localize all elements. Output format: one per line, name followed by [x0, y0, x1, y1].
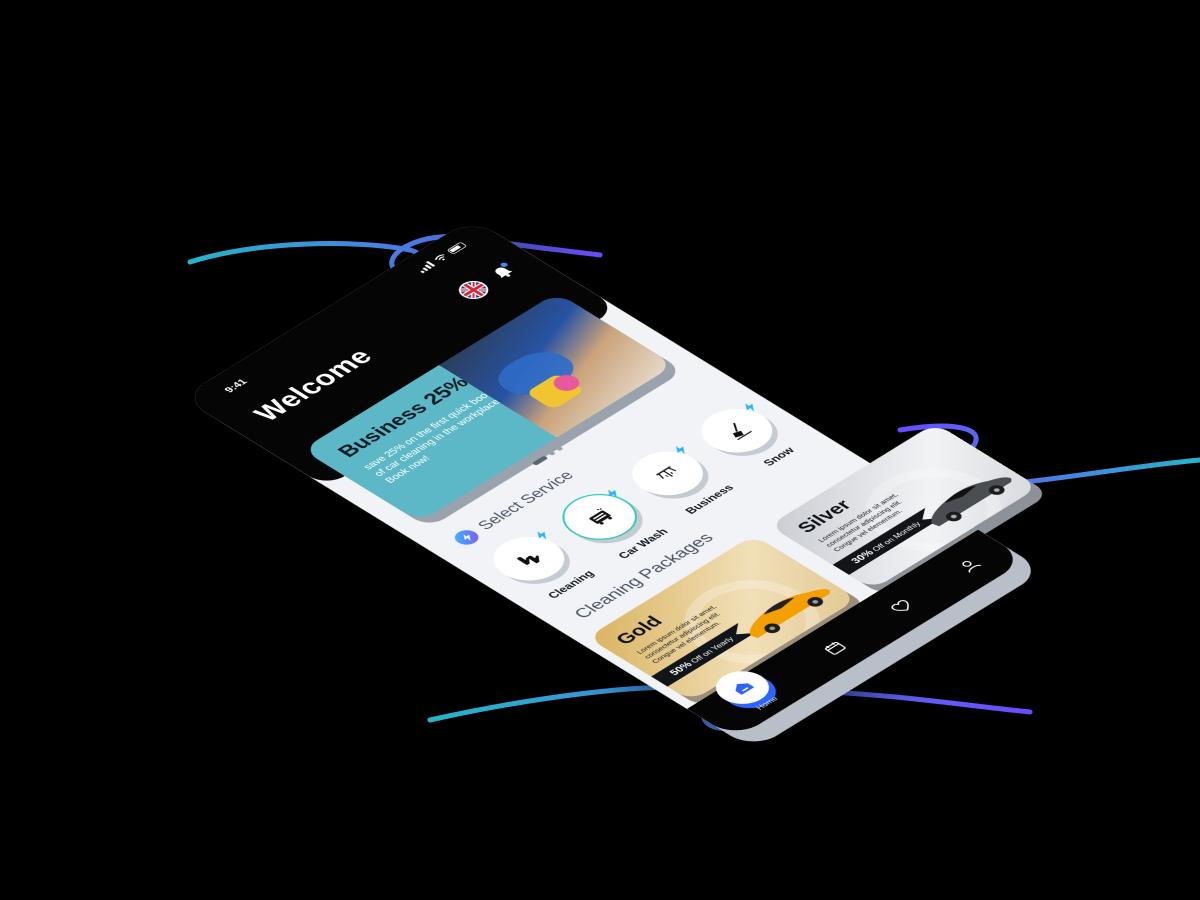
carousel-dot[interactable] [547, 450, 557, 456]
discount-value: 50% [666, 659, 695, 677]
snow-shovel-icon [732, 422, 753, 441]
carousel-dot[interactable] [555, 446, 564, 452]
nav-calendar[interactable] [819, 639, 849, 658]
heart-icon [891, 600, 909, 612]
battery-icon [446, 241, 467, 255]
business-icon [655, 466, 677, 479]
home-icon [734, 683, 754, 695]
lightning-icon [537, 531, 547, 540]
lightning-icon [676, 446, 685, 455]
signal-icon [415, 260, 436, 274]
car-wash-icon [589, 508, 613, 525]
uk-flag-icon[interactable] [452, 277, 495, 303]
discount-value: 30% [847, 547, 877, 566]
header-actions [452, 261, 521, 303]
bell-icon[interactable] [487, 261, 517, 282]
status-time: 9:41 [221, 376, 250, 395]
wifi-icon [434, 254, 445, 261]
profile-icon [961, 561, 981, 573]
calendar-icon [824, 642, 846, 655]
nav-profile[interactable] [953, 556, 983, 575]
gloves-icon [517, 555, 540, 566]
lightning-icon [745, 403, 755, 412]
carousel-dot[interactable] [531, 455, 549, 466]
lightning-icon [450, 527, 484, 548]
lightning-icon [608, 489, 617, 498]
stage: 9:41 Welcome Business 25% save 25% on th… [0, 0, 1200, 900]
nav-favorites[interactable] [886, 597, 916, 616]
nav-home[interactable]: Home [704, 664, 789, 717]
